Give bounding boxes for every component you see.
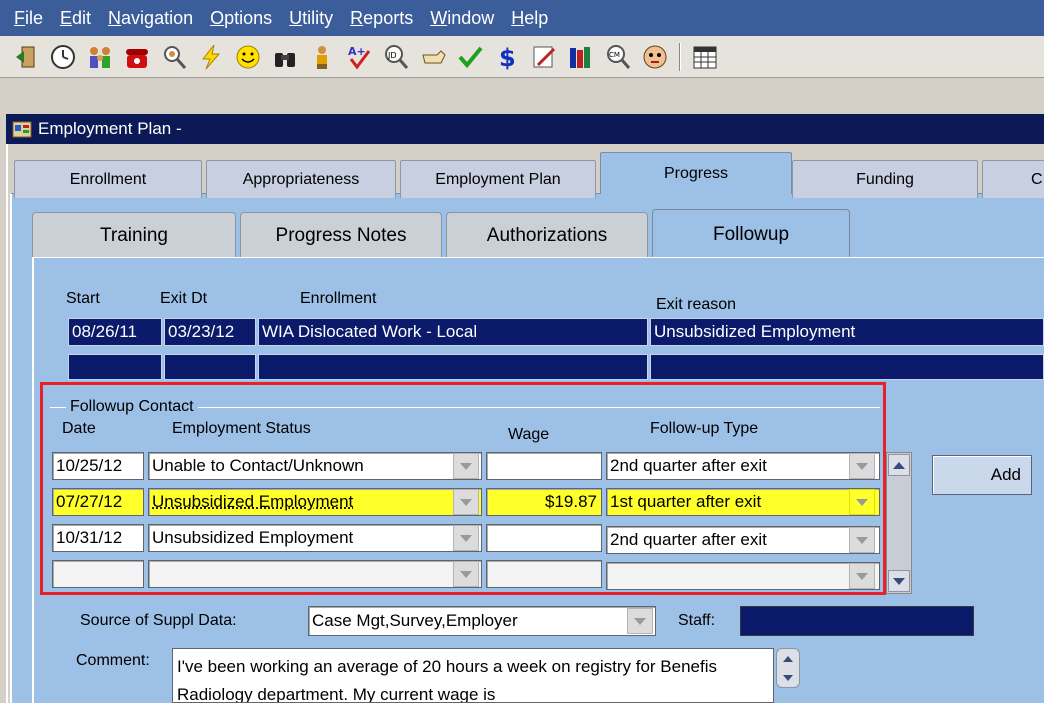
face-icon[interactable] [639, 41, 671, 73]
menubar: File Edit Navigation Options Utility Rep… [0, 0, 1044, 36]
cell-value: Unsubsidized Employment [654, 322, 855, 342]
header-exit-dt: Exit Dt [160, 290, 207, 308]
pointing-hand-icon[interactable] [417, 41, 449, 73]
subtab-label: Followup [713, 224, 789, 246]
telephone-icon[interactable] [121, 41, 153, 73]
subtab-training[interactable]: Training [32, 212, 236, 258]
menu-options[interactable]: Options [210, 8, 272, 29]
enrollment-start-date[interactable]: 08/26/11 [68, 318, 162, 346]
enrollment-empty-cell[interactable] [258, 354, 648, 380]
tab-funding[interactable]: Funding [792, 160, 978, 198]
svg-text:$: $ [499, 44, 516, 71]
exit-icon[interactable] [10, 41, 42, 73]
menu-window[interactable]: Window [430, 8, 494, 29]
scroll-up-icon[interactable] [783, 656, 793, 662]
window-titlebar: Employment Plan - [6, 114, 1044, 144]
add-button[interactable]: Add [932, 455, 1032, 495]
header-start: Start [66, 290, 100, 308]
enrollment-program[interactable]: WIA Dislocated Work - Local [258, 318, 648, 346]
scroll-down-icon[interactable] [783, 675, 793, 681]
calendar-icon[interactable] [689, 41, 721, 73]
enrollment-empty-cell[interactable] [164, 354, 256, 380]
tab-enrollment[interactable]: Enrollment [14, 160, 202, 198]
enrollment-exit-date[interactable]: 03/23/12 [164, 318, 256, 346]
staff-label: Staff: [678, 612, 715, 630]
source-select[interactable]: Case Mgt,Survey,Employer [308, 606, 656, 636]
followup-scrollbar[interactable] [886, 452, 912, 594]
menu-file[interactable]: File [14, 8, 43, 29]
menu-reports[interactable]: Reports [350, 8, 413, 29]
person-search-icon[interactable] [158, 41, 190, 73]
cell-value: Case Mgt,Survey,Employer [312, 611, 518, 631]
add-button-label: Add [991, 465, 1021, 485]
svg-text:A+: A+ [348, 45, 366, 58]
annotation-highlight-box [40, 382, 886, 595]
smiley-icon[interactable] [232, 41, 264, 73]
tab-label: Employment Plan [435, 171, 560, 189]
tab-progress[interactable]: Progress [600, 152, 792, 194]
tab-label: Progress [664, 165, 728, 183]
cell-value: 08/26/11 [72, 322, 137, 342]
tab-c[interactable]: C [982, 160, 1044, 198]
books-icon[interactable] [565, 41, 597, 73]
tab-label: C [1031, 171, 1043, 189]
tab-appropriateness[interactable]: Appropriateness [206, 160, 396, 198]
subtab-label: Training [100, 225, 168, 247]
header-enrollment: Enrollment [300, 290, 376, 308]
dropdown-arrow[interactable] [627, 608, 653, 634]
enrollment-exit-reason[interactable]: Unsubsidized Employment [650, 318, 1044, 346]
subtab-followup[interactable]: Followup [652, 209, 850, 259]
comment-textarea[interactable]: I've been working an average of 20 hours… [172, 648, 774, 703]
menu-help[interactable]: Help [511, 8, 548, 29]
search-cm-icon[interactable]: CM [602, 41, 634, 73]
comment-text: I've been working an average of 20 hours… [177, 657, 717, 703]
cell-value: WIA Dislocated Work - Local [262, 322, 477, 342]
menu-navigation[interactable]: Navigation [108, 8, 193, 29]
cell-value: 03/23/12 [168, 322, 234, 342]
window-app-icon [12, 119, 32, 139]
grade-check-icon[interactable]: A+ [343, 41, 375, 73]
header-exit-reason: Exit reason [656, 296, 736, 314]
tab-employment-plan[interactable]: Employment Plan [400, 160, 596, 198]
svg-text:JD: JD [387, 51, 397, 60]
binoculars-icon[interactable] [269, 41, 301, 73]
subtab-label: Authorizations [487, 225, 607, 247]
dollar-icon[interactable]: $ [491, 41, 523, 73]
subtab-progress-notes[interactable]: Progress Notes [240, 212, 442, 258]
toolbar-separator [679, 43, 681, 71]
edit-icon[interactable] [528, 41, 560, 73]
family-icon[interactable] [84, 41, 116, 73]
subtab-label: Progress Notes [276, 225, 407, 247]
enrollment-empty-cell[interactable] [68, 354, 162, 380]
person-icon[interactable] [306, 41, 338, 73]
comment-label: Comment: [76, 652, 150, 670]
subtab-authorizations[interactable]: Authorizations [446, 212, 648, 258]
tab-label: Appropriateness [243, 171, 360, 189]
clock-icon[interactable] [47, 41, 79, 73]
search-jd-icon[interactable]: JD [380, 41, 412, 73]
comment-scroller[interactable] [776, 648, 800, 688]
svg-text:CM: CM [609, 51, 620, 59]
window-title: Employment Plan - [38, 119, 182, 139]
scroll-up-icon[interactable] [888, 454, 910, 476]
scroll-down-icon[interactable] [888, 570, 910, 592]
workspace-background [0, 78, 1044, 114]
tab-label: Enrollment [70, 171, 146, 189]
enrollment-empty-cell[interactable] [650, 354, 1044, 380]
staff-field[interactable] [740, 606, 974, 636]
tab-label: Funding [856, 171, 914, 189]
checkmark-icon[interactable] [454, 41, 486, 73]
source-label: Source of Suppl Data: [80, 612, 237, 630]
menu-utility[interactable]: Utility [289, 8, 333, 29]
menu-edit[interactable]: Edit [60, 8, 91, 29]
lightning-icon[interactable] [195, 41, 227, 73]
toolbar: A+ JD $ CM [0, 36, 1044, 78]
